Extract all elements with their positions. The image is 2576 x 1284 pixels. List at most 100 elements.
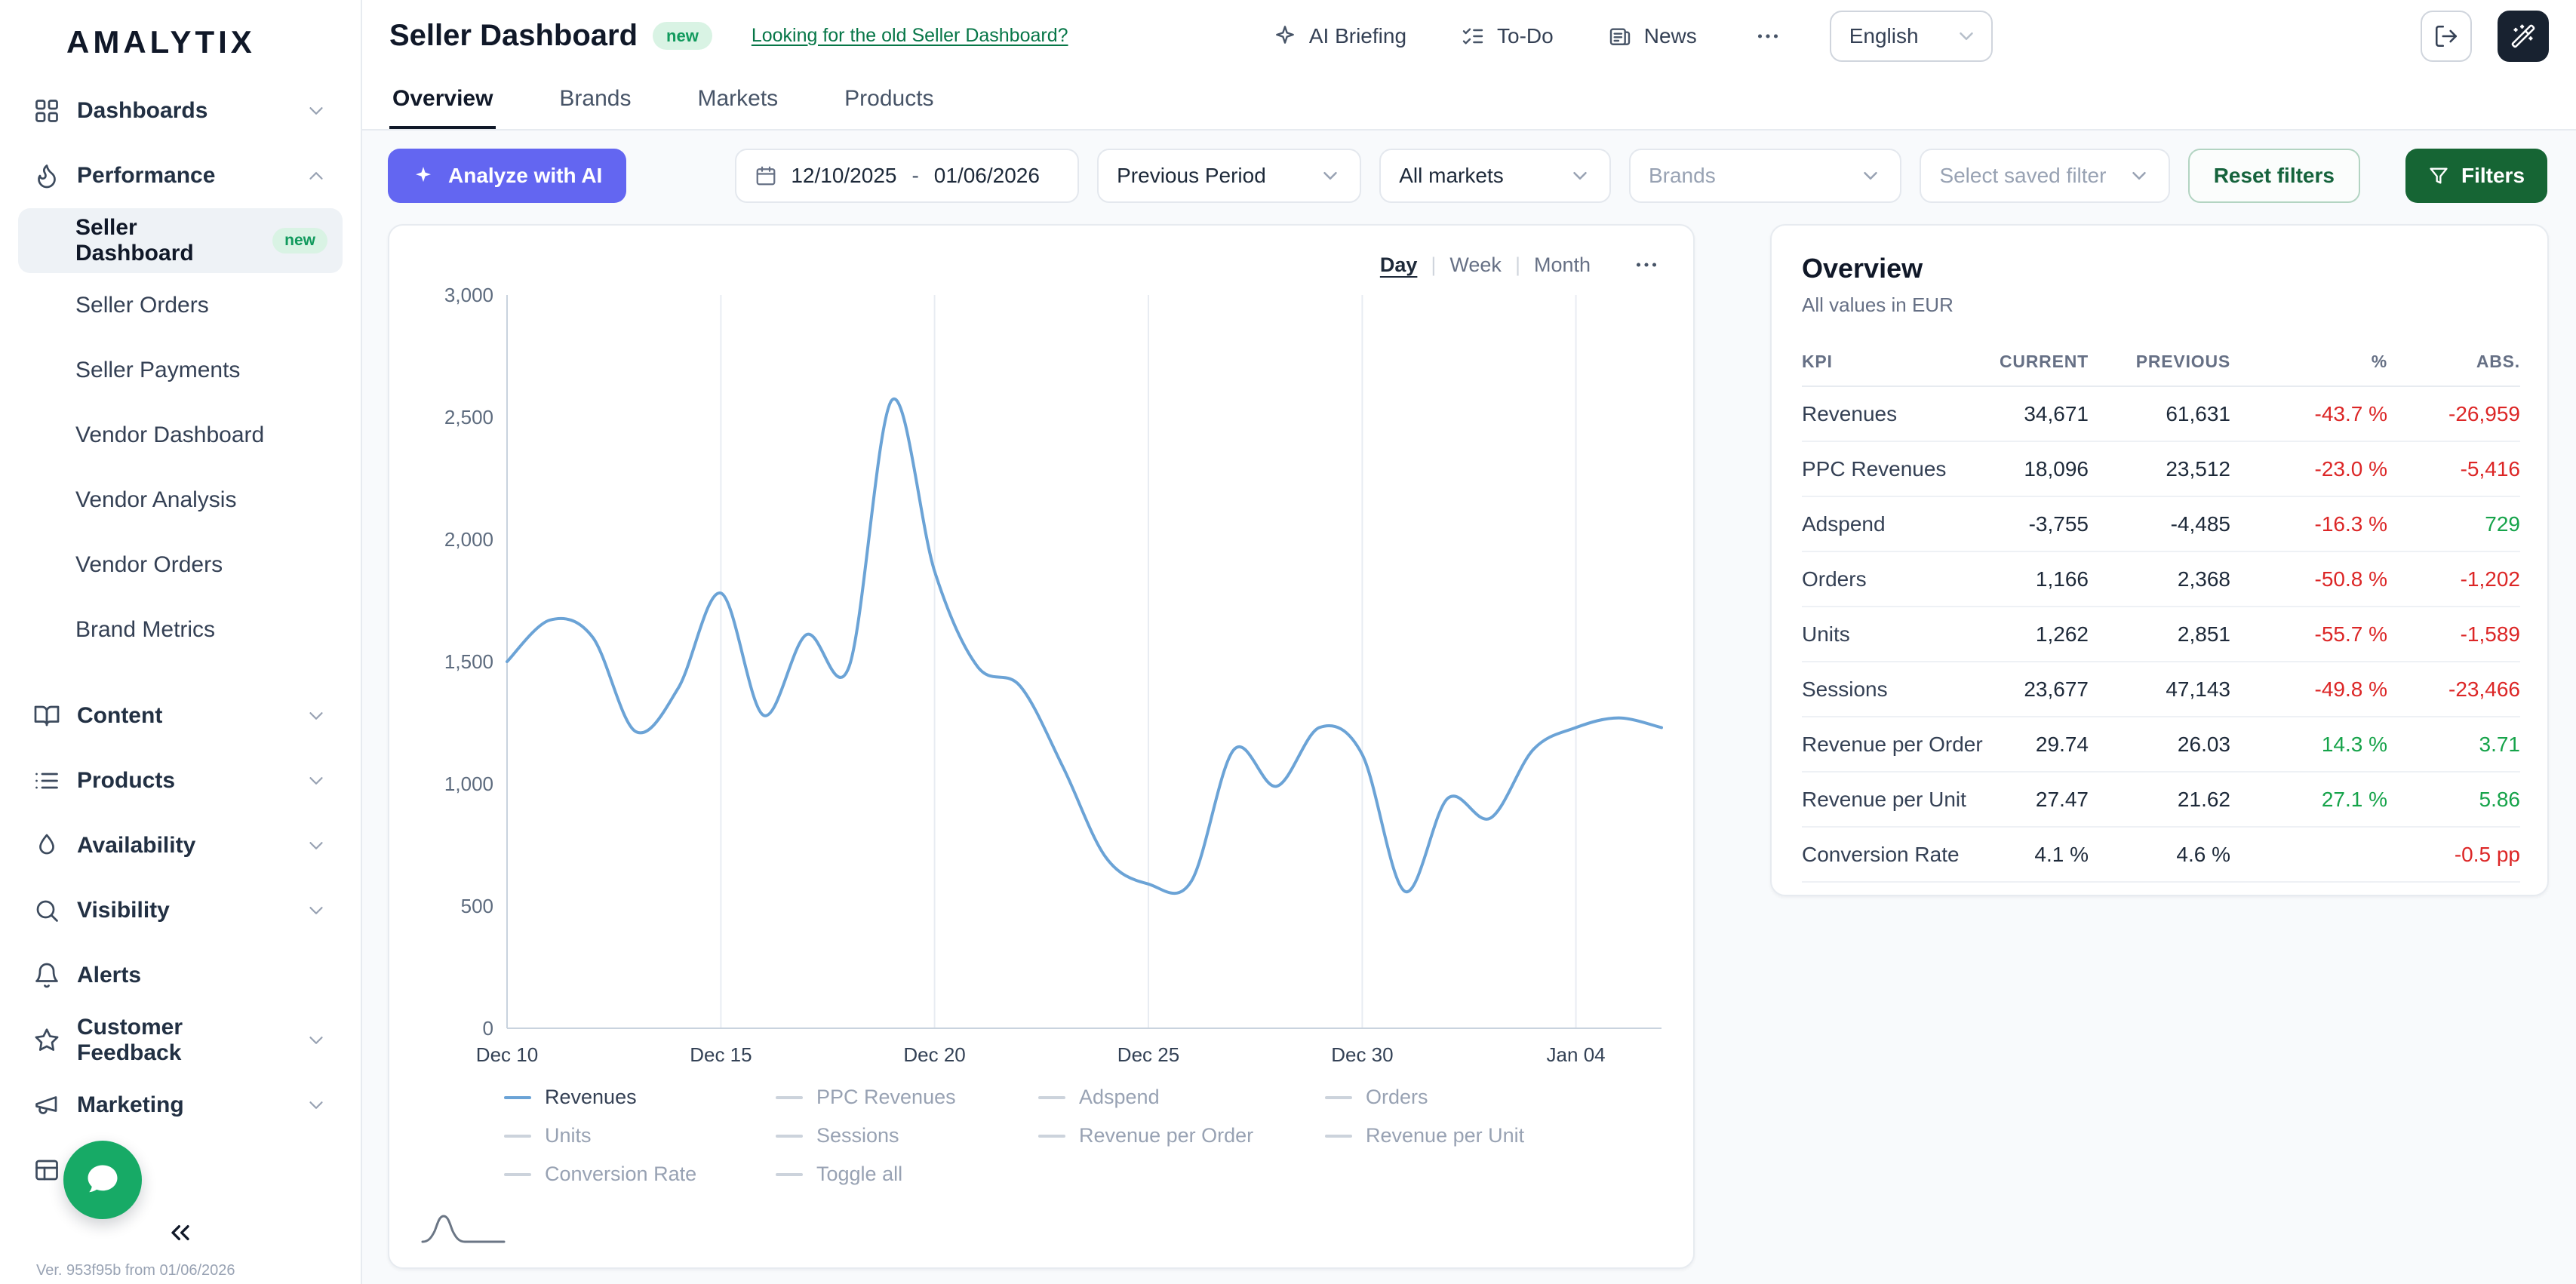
search-icon [36,900,58,922]
sidebar-item-seller-orders[interactable]: Seller Orders [18,273,343,338]
sidebar-item-alerts[interactable]: Alerts [18,943,343,1008]
chart-brush-preview[interactable] [420,1210,507,1246]
sidebar-item-performance[interactable]: Performance [18,143,343,208]
legend-item-revenue-per-order[interactable]: Revenue per Order [1038,1124,1325,1147]
kpi-cell-kpi: Orders [1802,551,1983,607]
topbar-menu-news[interactable]: News [1608,24,1697,48]
filters-button[interactable]: Filters [2405,149,2548,203]
chevup-icon [309,172,323,180]
topbar-menu-to-do[interactable]: To-Do [1461,24,1554,48]
kpi-cell-kpi: Sessions [1802,662,1983,717]
tab-markets[interactable]: Markets [694,72,781,129]
topbar-menu-ai-briefing[interactable]: AI Briefing [1273,24,1406,48]
kpi-cell-current: 27.47 [1983,772,2089,828]
sidebar-item-label: Vendor Analysis [75,487,237,512]
sidebar-item-visibility[interactable]: Visibility [18,878,343,943]
logout-button[interactable] [2421,10,2473,62]
sidebar-item-label: Customer Feedback [77,1015,183,1065]
tab-products[interactable]: Products [841,72,936,129]
old-dashboard-link[interactable]: Looking for the old Seller Dashboard? [752,25,1068,47]
tab-brands[interactable]: Brands [556,72,634,129]
sidebar-item-label: Seller Dashboard [75,215,194,266]
tab-bar: Overview Brands Markets Products [362,72,2576,131]
chevron-down-icon [2132,172,2146,180]
legend-item-units[interactable]: Units [504,1124,776,1147]
date-range-end: 01/06/2026 [933,164,1040,187]
new-badge: new [653,21,712,51]
legend-item-adspend[interactable]: Adspend [1038,1086,1325,1109]
sidebar-item-vendor-analysis[interactable]: Vendor Analysis [18,468,343,533]
legend-item-conversion-rate[interactable]: Conversion Rate [504,1163,776,1186]
droplet-icon [39,834,54,855]
sidebar-item-seller-dashboard[interactable]: Seller Dashboard new [18,208,343,273]
kpi-row-orders: Orders 1,166 2,368 -50.8 % -1,202 [1802,551,2520,607]
kpi-cell-kpi: PPC Revenues [1802,441,1983,497]
sparkle-icon [1275,25,1294,44]
svg-text:1,500: 1,500 [444,650,493,673]
date-range-picker[interactable]: 12/10/2025 - 01/06/2026 [735,149,1080,203]
sidebar-item-vendor-orders[interactable]: Vendor Orders [18,533,343,597]
granularity-month[interactable]: Month [1534,253,1591,277]
chart-more-button[interactable] [1630,248,1663,281]
kpi-row-conversion-rate: Conversion Rate 4.1 % 4.6 % -0.5 pp [1802,827,2520,883]
sidebar-item-label: Performance [77,163,216,188]
legend-label: Toggle all [816,1163,903,1185]
chart-card: Day | Week | Month 0 500 1,000 1,500 2,000 2,500 3… [388,224,1695,1269]
sidebar-item-label: Dashboards [77,98,208,123]
legend-item-ppc-revenues[interactable]: PPC Revenues [776,1086,1038,1109]
kpi-cell-current: 18,096 [1983,441,2089,497]
language-select[interactable]: English [1829,10,1993,62]
kpi-cell-previous: 2,368 [2089,551,2230,607]
granularity-week[interactable]: Week [1449,253,1502,277]
menu-item-label: To-Do [1497,23,1554,48]
granularity-day[interactable]: Day [1380,253,1418,277]
kpi-cell-previous: 61,631 [2089,386,2230,442]
legend-item-revenues[interactable]: Revenues [504,1086,776,1109]
compare-period-select[interactable]: Previous Period [1097,149,1362,203]
chat-widget-button[interactable] [63,1141,142,1219]
kpi-card-title: Overview [1802,253,1923,284]
tab-overview[interactable]: Overview [389,72,496,129]
ai-tools-button[interactable] [2498,10,2550,62]
legend-item-revenue-per-unit[interactable]: Revenue per Unit [1325,1124,1666,1147]
saved-filter-select[interactable]: Select saved filter [1920,149,2170,203]
legend-swatch [504,1134,531,1138]
analyze-with-ai-button[interactable]: Analyze with AI [388,149,627,203]
sidebar-item-products[interactable]: Products [18,748,343,813]
reset-filters-button[interactable]: Reset filters [2187,149,2360,203]
sidebar-item-seller-payments[interactable]: Seller Payments [18,338,343,403]
legend-item-sessions[interactable]: Sessions [776,1124,1038,1147]
legend-item-orders[interactable]: Orders [1325,1086,1666,1109]
legend-swatch [1325,1134,1352,1138]
sidebar-item-brand-metrics[interactable]: Brand Metrics [18,597,343,662]
svg-text:0: 0 [483,1017,493,1040]
date-range-start: 12/10/2025 [791,164,897,187]
legend-item-toggle-all[interactable]: Toggle all [776,1163,1038,1186]
markets-select[interactable]: All markets [1379,149,1611,203]
list-icon [35,773,58,789]
sidebar-item-availability[interactable]: Availability [18,813,343,878]
topbar-more-button[interactable] [1751,20,1784,53]
news-icon [1609,27,1630,45]
checklist-icon [1462,27,1483,45]
kpi-cell-abs: -1,589 [2387,607,2520,662]
kpi-col-abs: ABS. [2387,338,2520,387]
brands-select[interactable]: Brands [1628,149,1902,203]
sidebar-item-dashboards[interactable]: Dashboards [18,78,343,143]
kpi-cell-abs: -5,416 [2387,441,2520,497]
legend-label: Units [545,1124,592,1147]
analyze-with-ai-label: Analyze with AI [448,164,603,187]
sidebar-item-marketing[interactable]: Marketing [18,1073,343,1138]
sidebar-item-vendor-dashboard[interactable]: Vendor Dashboard [18,403,343,468]
legend-swatch [504,1172,531,1176]
brand-logo[interactable]: AMALYTIX [0,0,361,72]
sidebar-item-content[interactable]: Content [18,683,343,748]
chevdown-icon [309,842,323,849]
sidebar-item-label: Seller Orders [75,293,209,318]
sidebar-collapse-button[interactable] [162,1215,198,1251]
chevdown-icon [309,1101,323,1109]
kpi-cell-previous: 2,851 [2089,607,2230,662]
kpi-cell-current: 1,166 [1983,551,2089,607]
kpi-cell-abs: -26,959 [2387,386,2520,442]
sidebar-item-customer-feedback[interactable]: Customer Feedback [18,1008,343,1073]
